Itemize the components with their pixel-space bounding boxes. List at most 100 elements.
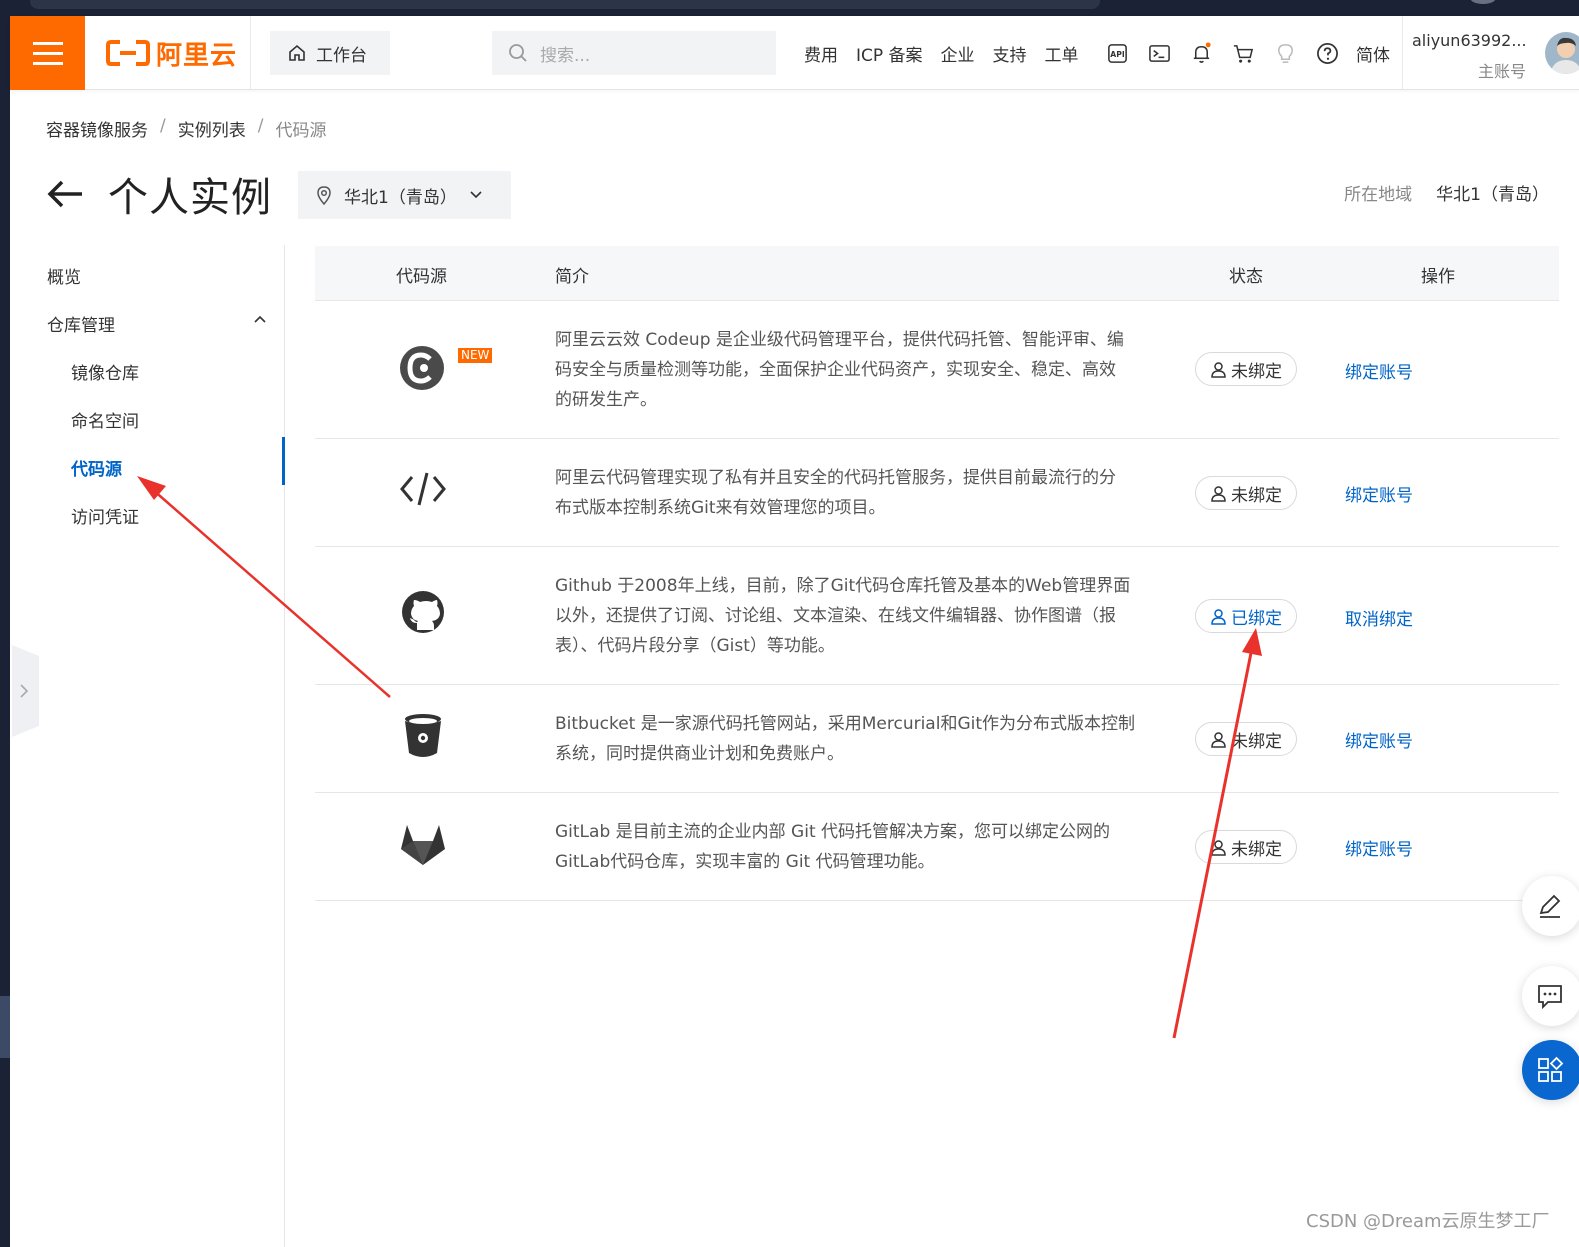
status-badge: 未绑定 xyxy=(1195,722,1297,756)
desc-line: 表）、代码片段分享（Gist）等功能。 xyxy=(555,636,835,656)
desc-line: 码安全与质量检测等功能，全面保护企业代码资产，实现安全、稳定、高效 xyxy=(555,360,1116,380)
workbench-label: 工作台 xyxy=(316,45,367,66)
nav-link-ticket[interactable]: 工单 xyxy=(1045,41,1079,66)
bitbucket-icon xyxy=(405,714,441,757)
bind-account-link[interactable]: 绑定账号 xyxy=(1345,835,1413,860)
sidebar-item-credentials[interactable]: 访问凭证 xyxy=(71,503,139,528)
cart-icon[interactable] xyxy=(1232,42,1255,65)
table-row: GitLab 是目前主流的企业内部 Git 代码托管解决方案，您可以绑定公网的 … xyxy=(315,793,1559,901)
desc-line: 以外，还提供了订阅、讨论组、文本渲染、在线文件编辑器、协作图谱（报 xyxy=(555,606,1116,626)
row-description: Github 于2008年上线，目前，除了Git代码仓库托管及基本的Web管理界… xyxy=(555,571,1155,661)
account-username: aliyun63992... xyxy=(1412,31,1527,50)
nav-link-icp[interactable]: ICP 备案 xyxy=(856,41,923,66)
browser-frame-top xyxy=(0,0,1579,16)
code-source-table: 代码源 简介 状态 操作 NEW 阿里云云效 Codeup 是企业级代码管理平台… xyxy=(315,246,1559,901)
bell-icon[interactable] xyxy=(1190,41,1213,65)
row-description: GitLab 是目前主流的企业内部 Git 代码托管解决方案，您可以绑定公网的 … xyxy=(555,817,1155,877)
search-placeholder: 搜索... xyxy=(540,45,591,66)
table-header: 代码源 简介 状态 操作 xyxy=(315,246,1559,301)
status-text: 已绑定 xyxy=(1231,608,1282,629)
browser-side-tab[interactable] xyxy=(0,996,10,1058)
region-select[interactable]: 华北1（青岛） xyxy=(298,171,511,219)
code-icon xyxy=(400,472,446,506)
browser-address-bar[interactable] xyxy=(30,0,1100,9)
sidebar-item-code-source[interactable]: 代码源 xyxy=(71,455,122,480)
status-badge: 未绑定 xyxy=(1195,352,1297,386)
aliyun-logo-icon xyxy=(106,40,150,66)
user-icon xyxy=(1211,485,1226,502)
nav-link-support[interactable]: 支持 xyxy=(993,41,1027,66)
workbench-button[interactable]: 工作台 xyxy=(270,31,390,75)
gitlab-icon xyxy=(401,825,445,865)
unbind-account-link[interactable]: 取消绑定 xyxy=(1345,605,1413,630)
github-icon xyxy=(402,591,444,633)
aliyun-logo[interactable]: 阿里云 xyxy=(106,36,238,71)
logo-text: 阿里云 xyxy=(156,40,238,71)
language-switch[interactable]: 简体 xyxy=(1356,16,1390,90)
user-icon xyxy=(1211,608,1226,625)
nav-link-enterprise[interactable]: 企业 xyxy=(941,41,975,66)
help-icon[interactable] xyxy=(1316,42,1339,65)
user-icon xyxy=(1211,361,1226,378)
status-badge: 未绑定 xyxy=(1195,830,1297,864)
sidebar-item-overview[interactable]: 概览 xyxy=(47,263,81,288)
chat-button[interactable] xyxy=(1522,966,1579,1026)
desc-line: 系统，同时提供商业计划和免费账户。 xyxy=(555,744,844,764)
column-header-source: 代码源 xyxy=(396,267,447,287)
browser-frame-left xyxy=(0,16,10,1247)
desc-line: 的研发生产。 xyxy=(555,390,657,410)
region-select-value: 华北1（青岛） xyxy=(344,187,457,208)
search-input[interactable]: 搜索... xyxy=(492,31,776,75)
breadcrumb-current: 代码源 xyxy=(275,121,327,141)
watermark: CSDN @Dream云原生梦工厂 xyxy=(1306,1211,1550,1232)
region-info-value: 华北1（青岛） xyxy=(1436,185,1549,205)
sidebar-collapse-handle[interactable] xyxy=(12,645,39,737)
avatar[interactable] xyxy=(1545,32,1579,74)
table-row: 阿里云代码管理实现了私有并且安全的代码托管服务，提供目前最流行的分 布式版本控制… xyxy=(315,439,1559,547)
row-description: 阿里云代码管理实现了私有并且安全的代码托管服务，提供目前最流行的分 布式版本控制… xyxy=(555,463,1155,523)
home-icon xyxy=(289,44,305,61)
account-role: 主账号 xyxy=(1478,62,1527,81)
desc-line: Bitbucket 是一家源代码托管网站，采用Mercurial和Git作为分布… xyxy=(555,714,1136,734)
breadcrumb-item-instances[interactable]: 实例列表 xyxy=(178,116,246,141)
bulb-icon[interactable] xyxy=(1274,42,1297,65)
apps-button[interactable] xyxy=(1522,1040,1579,1100)
sidebar-item-image-repo[interactable]: 镜像仓库 xyxy=(71,359,139,384)
breadcrumb-separator: / xyxy=(160,116,166,136)
status-text: 未绑定 xyxy=(1231,485,1282,506)
breadcrumb-separator: / xyxy=(257,116,264,136)
sidebar: 概览 仓库管理 镜像仓库 命名空间 代码源 访问凭证 xyxy=(10,245,285,1247)
desc-line: Github 于2008年上线，目前，除了Git代码仓库托管及基本的Web管理界… xyxy=(555,576,1131,596)
breadcrumb: 容器镜像服务 / 实例列表 / 代码源 xyxy=(46,116,326,141)
row-description: 阿里云云效 Codeup 是企业级代码管理平台，提供代码托管、智能评审、编 码安… xyxy=(555,325,1155,415)
desc-line: 阿里云云效 Codeup 是企业级代码管理平台，提供代码托管、智能评审、编 xyxy=(555,330,1124,350)
menu-icon[interactable] xyxy=(10,16,85,90)
desc-line: GitLab 是目前主流的企业内部 Git 代码托管解决方案，您可以绑定公网的 xyxy=(555,822,1111,842)
bind-account-link[interactable]: 绑定账号 xyxy=(1345,727,1413,752)
desc-line: 阿里云代码管理实现了私有并且安全的代码托管服务，提供目前最流行的分 xyxy=(555,468,1116,488)
feedback-edit-button[interactable] xyxy=(1522,876,1579,936)
divider xyxy=(250,16,251,90)
location-icon xyxy=(317,186,331,205)
apps-icon xyxy=(1538,1056,1564,1082)
nav-icons: API xyxy=(1106,16,1339,90)
chevron-up-icon[interactable] xyxy=(253,313,267,325)
bind-account-link[interactable]: 绑定账号 xyxy=(1345,358,1413,383)
terminal-icon[interactable] xyxy=(1148,42,1171,65)
sidebar-item-namespace[interactable]: 命名空间 xyxy=(71,407,139,432)
codeup-icon xyxy=(400,346,444,390)
user-icon xyxy=(1211,731,1226,748)
table-row: NEW 阿里云云效 Codeup 是企业级代码管理平台，提供代码托管、智能评审、… xyxy=(315,301,1559,439)
sidebar-group-repo-mgmt[interactable]: 仓库管理 xyxy=(47,311,115,336)
sidebar-active-indicator xyxy=(282,437,285,485)
back-arrow-icon[interactable] xyxy=(46,179,86,209)
breadcrumb-item-registry[interactable]: 容器镜像服务 xyxy=(46,116,148,141)
bind-account-link[interactable]: 绑定账号 xyxy=(1345,481,1413,506)
region-info: 所在地域 华北1（青岛） xyxy=(1344,180,1549,205)
account-menu[interactable]: aliyun63992... 主账号 xyxy=(1402,16,1579,90)
nav-links: 费用 ICP 备案 企业 支持 工单 xyxy=(804,16,1079,90)
nav-link-billing[interactable]: 费用 xyxy=(804,41,838,66)
desc-line: GitLab代码仓库，实现丰富的 Git 代码管理功能。 xyxy=(555,852,935,872)
api-icon[interactable]: API xyxy=(1106,42,1129,65)
chat-icon xyxy=(1538,985,1562,1010)
